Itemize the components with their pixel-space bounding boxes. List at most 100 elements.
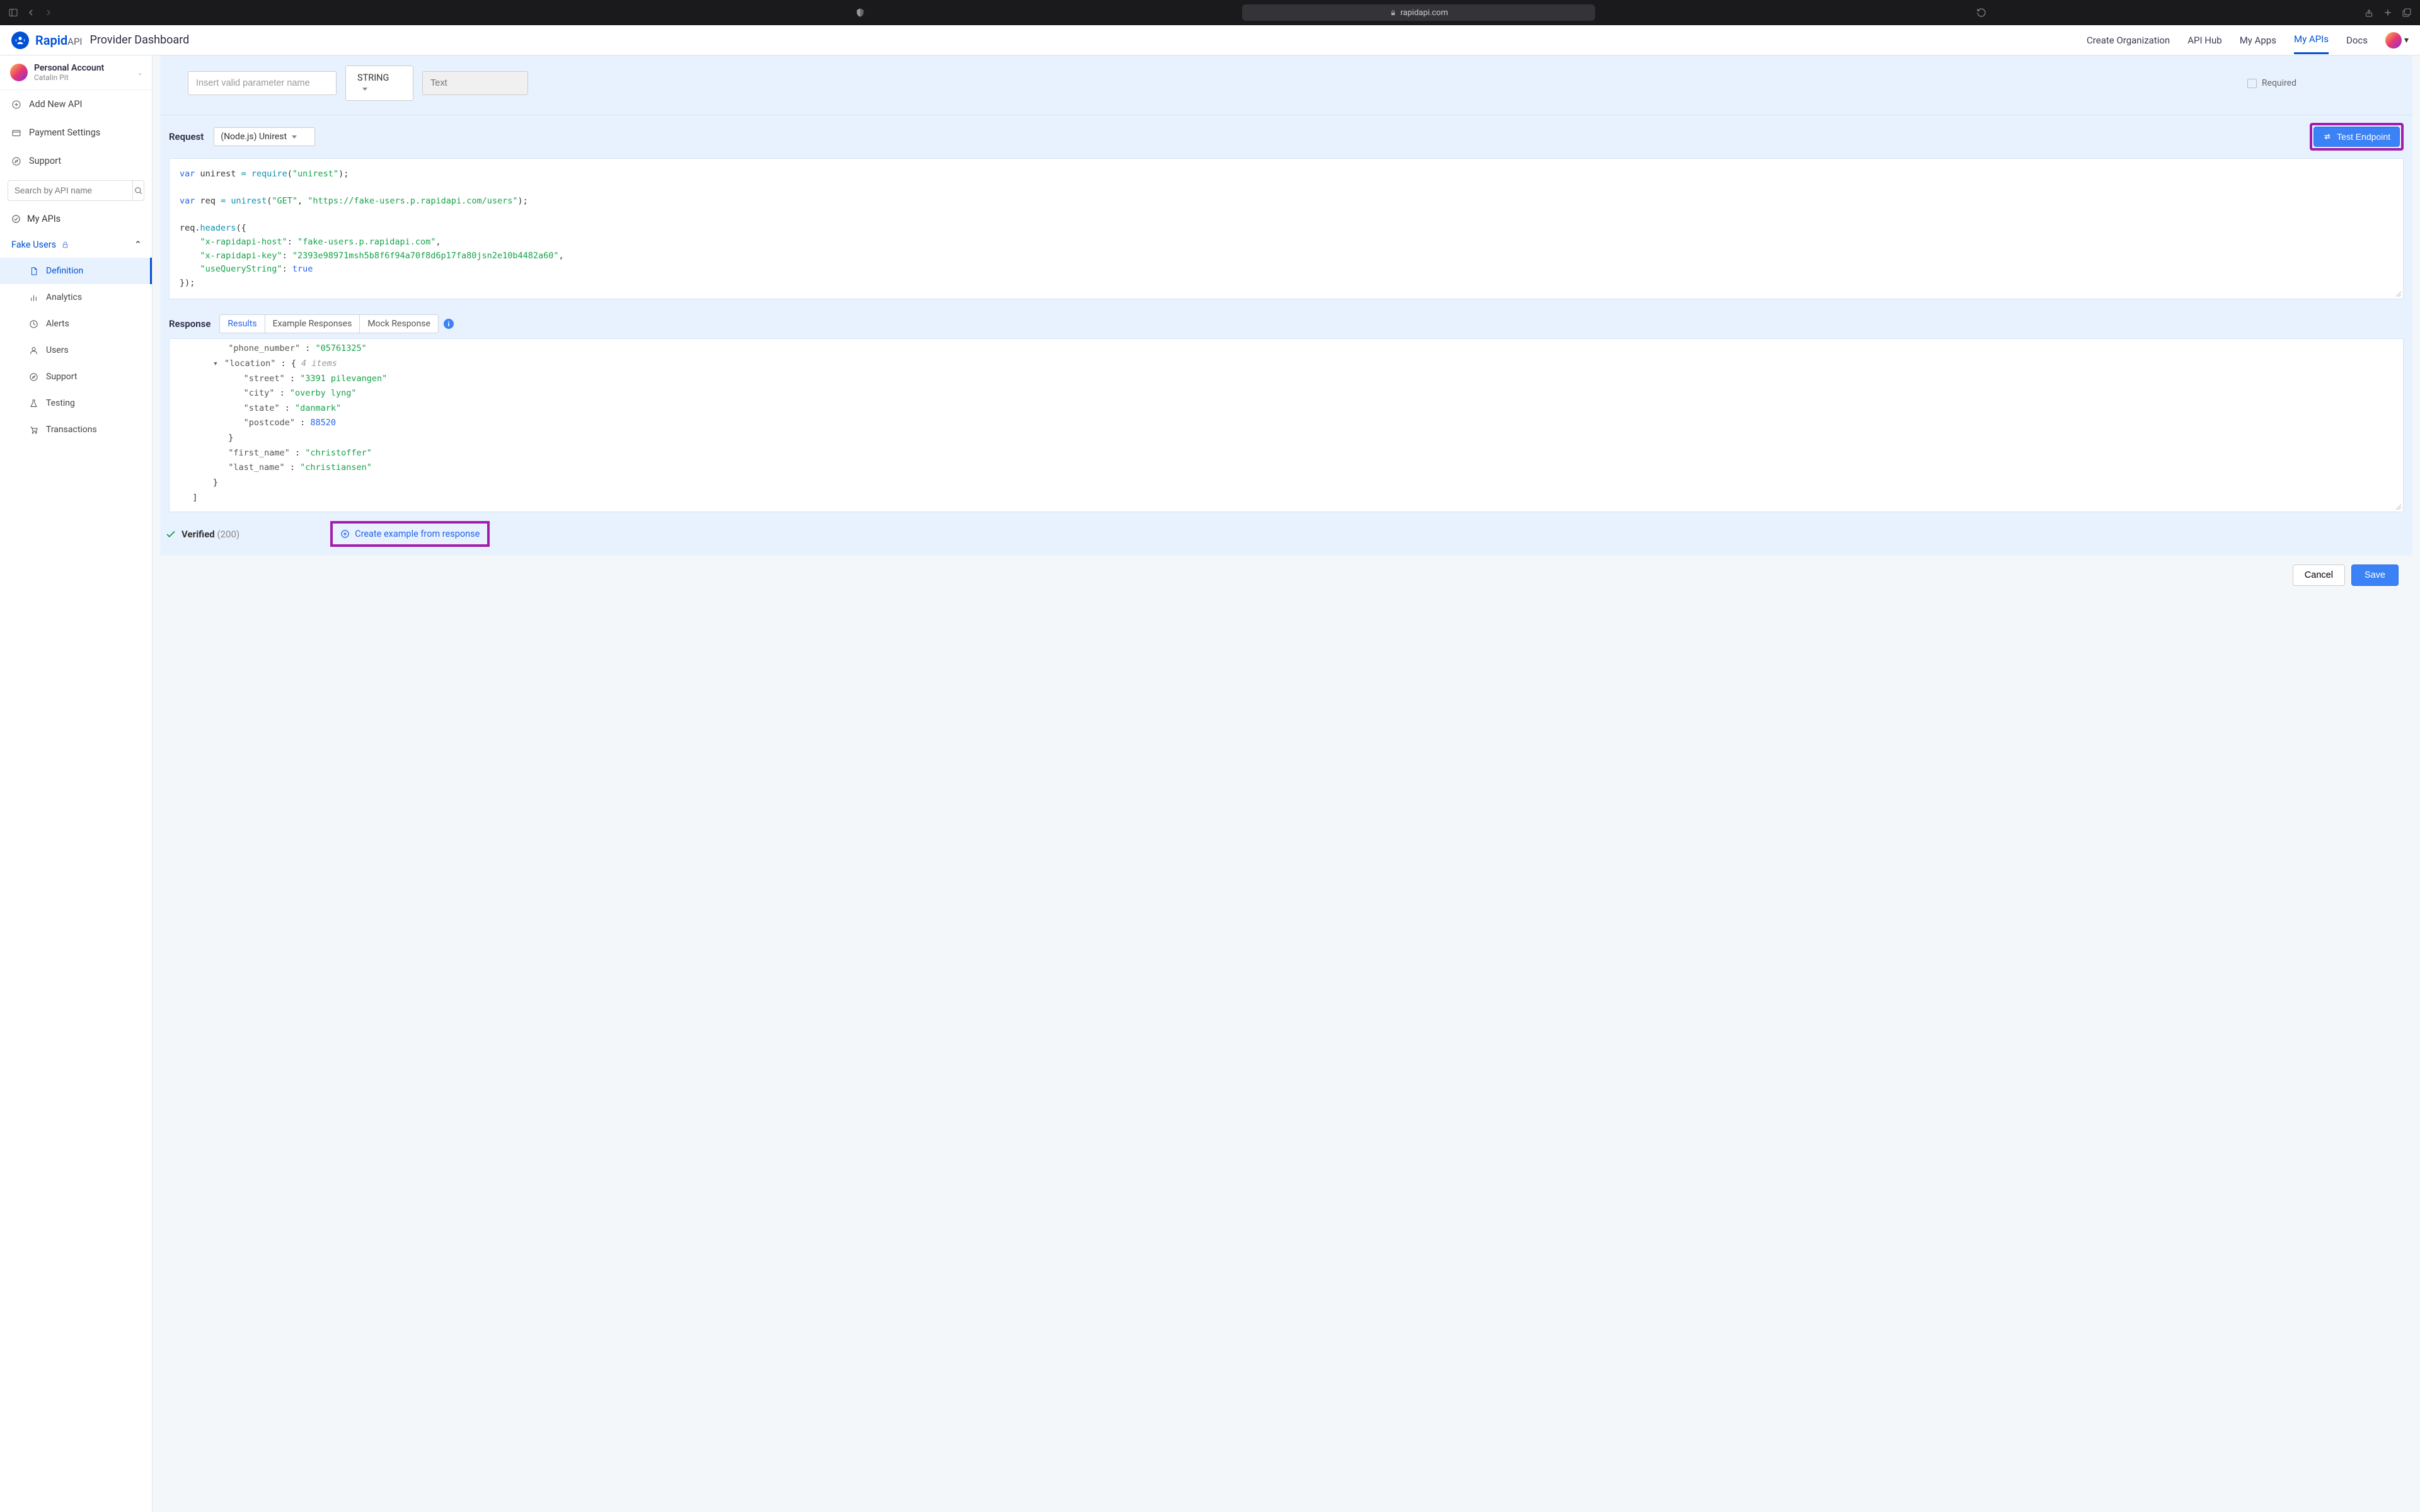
- url-text: rapidapi.com: [1400, 8, 1448, 18]
- button-label: Test Endpoint: [2337, 132, 2390, 142]
- clock-icon: [29, 319, 38, 329]
- sidebar-toggle-icon[interactable]: [8, 7, 19, 18]
- search-button[interactable]: [133, 180, 144, 201]
- request-title: Request: [169, 131, 204, 142]
- sidebar-item-definition[interactable]: Definition: [0, 258, 152, 284]
- search-wrap: [0, 175, 152, 206]
- sidebar-item-transactions[interactable]: Transactions: [0, 416, 152, 443]
- highlight-test-endpoint: Test Endpoint: [2310, 123, 2404, 151]
- back-icon[interactable]: [25, 7, 37, 18]
- sidebar-payment[interactable]: Payment Settings: [0, 118, 152, 147]
- search-icon: [134, 186, 143, 195]
- tab-results[interactable]: Results: [220, 315, 265, 333]
- compass-icon: [29, 372, 38, 382]
- sidebar-section-label: My APIs: [27, 214, 60, 224]
- sidebar-support-top[interactable]: Support: [0, 147, 152, 175]
- logo-text: RapidAPI: [35, 33, 82, 48]
- compass-icon: [11, 156, 21, 166]
- swap-icon: [2323, 132, 2332, 141]
- response-bar: Response Results Example Responses Mock …: [160, 308, 2412, 333]
- sidebar: Personal Account Catalin Pit ⌄ Add New A…: [0, 55, 153, 1512]
- request-code[interactable]: var unirest = require("unirest"); var re…: [169, 158, 2404, 299]
- param-type-select[interactable]: STRING: [345, 66, 413, 101]
- sidebar-item-analytics[interactable]: Analytics: [0, 284, 152, 311]
- account-title: Personal Account: [34, 63, 104, 73]
- card-icon: [11, 128, 21, 138]
- sidebar-item-support[interactable]: Support: [0, 364, 152, 390]
- save-button[interactable]: Save: [2351, 564, 2399, 586]
- app-header: RapidAPI Provider Dashboard Create Organ…: [0, 25, 2420, 55]
- sidebar-item-alerts[interactable]: Alerts: [0, 311, 152, 337]
- response-json[interactable]: "phone_number" : "05761325" ▾ "location"…: [169, 338, 2404, 512]
- nav-docs[interactable]: Docs: [2346, 27, 2368, 54]
- nav-links: Create Organization API Hub My Apps My A…: [2087, 26, 2409, 54]
- refresh-icon[interactable]: [1976, 7, 1987, 18]
- nav-create-org[interactable]: Create Organization: [2087, 27, 2170, 54]
- sidebar-item-label: Alerts: [46, 319, 69, 329]
- cart-icon: [29, 425, 38, 435]
- test-endpoint-button[interactable]: Test Endpoint: [2313, 127, 2400, 147]
- avatar: [2385, 32, 2402, 49]
- parameter-row: STRING Required: [160, 55, 2412, 115]
- resize-handle-icon[interactable]: [2395, 504, 2402, 510]
- sidebar-item-label: Transactions: [46, 425, 97, 435]
- user-menu[interactable]: ▾: [2385, 32, 2409, 49]
- new-tab-icon[interactable]: [2382, 7, 2394, 18]
- language-select[interactable]: (Node.js) Unirest: [214, 127, 315, 146]
- sidebar-item-users[interactable]: Users: [0, 337, 152, 364]
- shield-icon[interactable]: [855, 7, 866, 18]
- info-icon[interactable]: i: [444, 319, 454, 329]
- required-label: Required: [2262, 78, 2296, 88]
- checkbox-icon: [2247, 79, 2257, 88]
- lock-icon: [1390, 9, 1397, 16]
- footer-buttons: Cancel Save: [160, 556, 2412, 595]
- param-text-input[interactable]: [422, 71, 528, 95]
- logo-icon: [11, 32, 29, 49]
- status-row: Verified (200) Create example from respo…: [160, 512, 2412, 556]
- sidebar-add-api[interactable]: Add New API: [0, 90, 152, 118]
- sidebar-item-label: Payment Settings: [29, 127, 100, 138]
- request-bar: Request (Node.js) Unirest Test Endpoint: [160, 115, 2412, 158]
- sidebar-api-fake-users[interactable]: Fake Users ⌃: [0, 232, 152, 258]
- sidebar-item-label: Analytics: [46, 292, 82, 302]
- nav-my-apis[interactable]: My APIs: [2294, 26, 2329, 54]
- user-icon: [29, 346, 38, 355]
- forward-icon[interactable]: [43, 7, 54, 18]
- nav-my-apps[interactable]: My Apps: [2240, 27, 2276, 54]
- create-example-button[interactable]: Create example from response: [340, 529, 480, 539]
- button-label: Create example from response: [355, 529, 480, 539]
- resize-handle-icon[interactable]: [2395, 291, 2402, 297]
- logo[interactable]: RapidAPI: [11, 32, 82, 49]
- sidebar-item-testing[interactable]: Testing: [0, 390, 152, 416]
- tab-mock-response[interactable]: Mock Response: [360, 315, 438, 333]
- avatar: [10, 64, 28, 81]
- tabs-icon[interactable]: [2401, 7, 2412, 18]
- sidebar-section-myapis[interactable]: My APIs: [0, 206, 152, 232]
- url-bar[interactable]: rapidapi.com: [1242, 4, 1595, 21]
- account-switcher[interactable]: Personal Account Catalin Pit ⌄: [0, 55, 152, 90]
- plus-circle-icon: [11, 100, 21, 110]
- nav-api-hub[interactable]: API Hub: [2187, 27, 2221, 54]
- plus-circle-icon: [340, 529, 350, 539]
- required-checkbox[interactable]: Required: [2247, 78, 2296, 88]
- account-name: Catalin Pit: [34, 73, 104, 82]
- sidebar-item-label: Support: [46, 372, 77, 382]
- chevron-down-icon: ⌄: [137, 69, 143, 77]
- verified-label: Verified: [182, 529, 215, 540]
- share-icon[interactable]: [2363, 7, 2375, 18]
- param-name-input[interactable]: [188, 71, 337, 95]
- sidebar-item-label: Testing: [46, 398, 75, 408]
- cancel-button[interactable]: Cancel: [2293, 564, 2345, 586]
- chevron-up-icon: ⌃: [134, 239, 142, 250]
- flask-icon: [29, 399, 38, 408]
- tab-example-responses[interactable]: Example Responses: [265, 315, 360, 333]
- highlight-create-example: Create example from response: [330, 521, 490, 547]
- verified-badge: Verified (200): [165, 529, 239, 540]
- browser-chrome: rapidapi.com: [0, 0, 2420, 25]
- search-input[interactable]: [8, 180, 133, 201]
- sidebar-item-label: Add New API: [29, 99, 83, 110]
- bar-chart-icon: [29, 293, 38, 302]
- sidebar-item-label: Users: [46, 345, 69, 355]
- lock-icon: [61, 241, 69, 249]
- response-title: Response: [169, 318, 210, 329]
